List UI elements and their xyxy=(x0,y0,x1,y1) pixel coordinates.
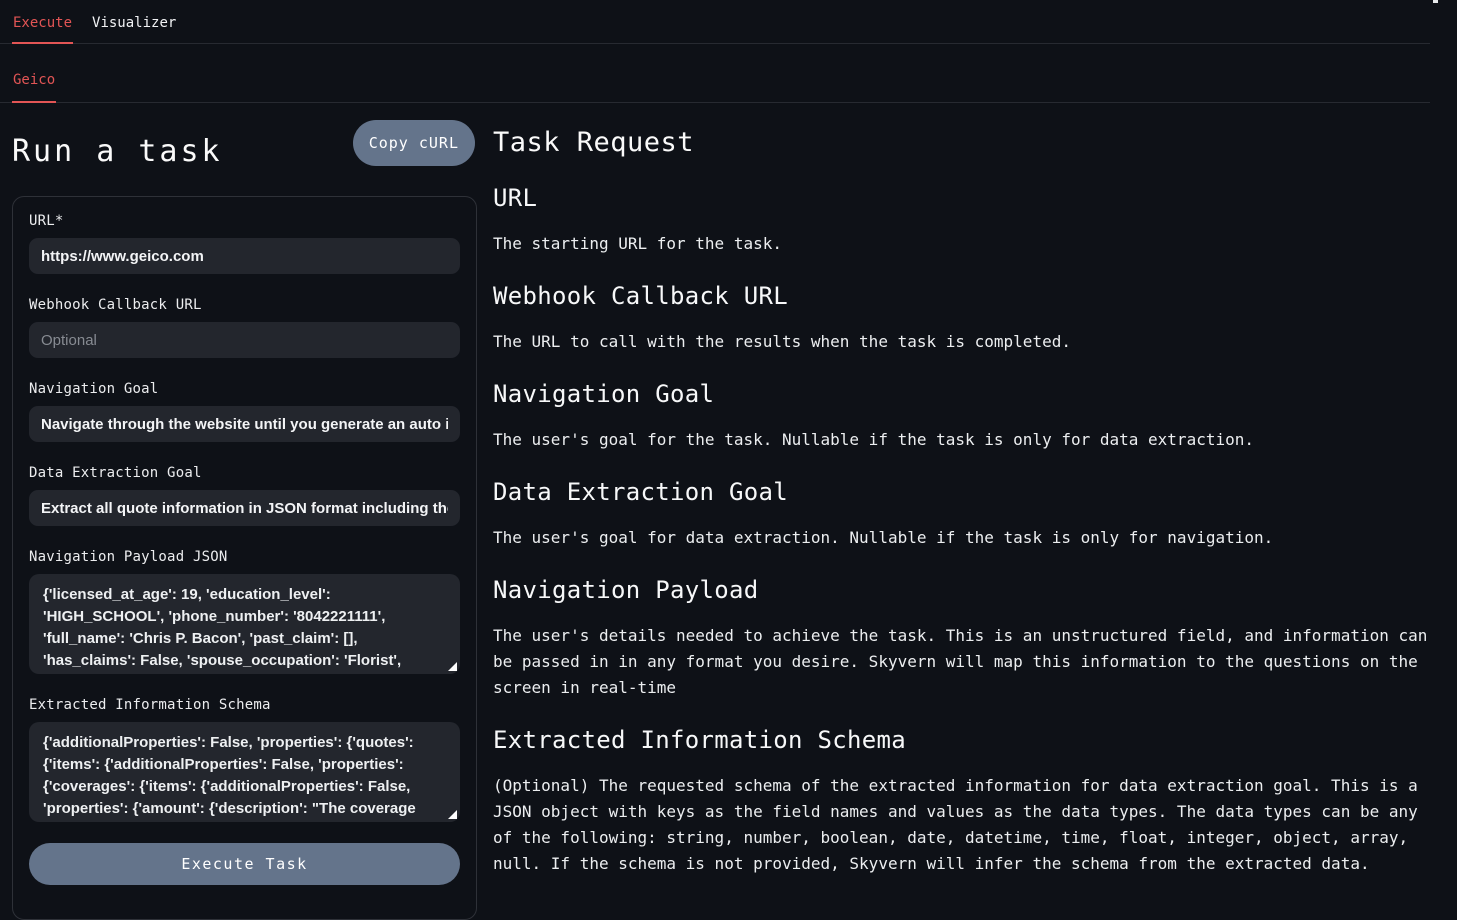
execute-task-button[interactable]: Execute Task xyxy=(29,843,460,885)
task-request-docs: Task Request URL The starting URL for th… xyxy=(493,104,1433,877)
doc-section-data-extraction-goal: Data Extraction Goal The user's goal for… xyxy=(493,478,1433,551)
doc-section-body: (Optional) The requested schema of the e… xyxy=(493,773,1433,877)
doc-section-webhook: Webhook Callback URL The URL to call wit… xyxy=(493,282,1433,355)
run-task-panel: Run a task Copy cURL URL* Webhook Callba… xyxy=(12,104,477,174)
webhook-field-group: Webhook Callback URL xyxy=(29,297,460,358)
doc-section-body: The URL to call with the results when th… xyxy=(493,329,1433,355)
doc-section-body: The user's details needed to achieve the… xyxy=(493,623,1433,701)
sub-tab-bar: Geico xyxy=(0,44,1430,103)
navigation-payload-label: Navigation Payload JSON xyxy=(29,549,460,565)
copy-curl-button[interactable]: Copy cURL xyxy=(353,120,475,166)
data-extraction-goal-label: Data Extraction Goal xyxy=(29,465,460,481)
doc-section-body: The user's goal for data extraction. Nul… xyxy=(493,525,1433,551)
doc-section-heading: Data Extraction Goal xyxy=(493,478,1433,506)
tab-execute[interactable]: Execute xyxy=(12,15,73,43)
doc-section-body: The starting URL for the task. xyxy=(493,231,1433,257)
doc-section-heading: Navigation Goal xyxy=(493,380,1433,408)
doc-section-url: URL The starting URL for the task. xyxy=(493,184,1433,257)
main-tab-bar: Execute Visualizer xyxy=(0,0,1430,44)
tab-visualizer[interactable]: Visualizer xyxy=(91,15,177,43)
docs-title: Task Request xyxy=(493,127,1433,159)
data-extraction-goal-field-group: Data Extraction Goal xyxy=(29,465,460,526)
url-label: URL* xyxy=(29,213,460,229)
doc-section-heading: Navigation Payload xyxy=(493,576,1433,604)
scrollbar-thumb[interactable] xyxy=(1433,0,1438,3)
extracted-schema-textarea[interactable]: {'additionalProperties': False, 'propert… xyxy=(29,722,460,822)
webhook-input[interactable] xyxy=(29,322,460,358)
doc-section-heading: URL xyxy=(493,184,1433,212)
navigation-goal-label: Navigation Goal xyxy=(29,381,460,397)
extracted-schema-label: Extracted Information Schema xyxy=(29,697,460,713)
doc-section-navigation-goal: Navigation Goal The user's goal for the … xyxy=(493,380,1433,453)
tab-geico[interactable]: Geico xyxy=(12,72,56,102)
url-input[interactable] xyxy=(29,238,460,274)
doc-section-body: The user's goal for the task. Nullable i… xyxy=(493,427,1433,453)
doc-section-navigation-payload: Navigation Payload The user's details ne… xyxy=(493,576,1433,701)
task-form-card: URL* Webhook Callback URL Navigation Goa… xyxy=(12,196,477,920)
webhook-label: Webhook Callback URL xyxy=(29,297,460,313)
doc-section-heading: Webhook Callback URL xyxy=(493,282,1433,310)
doc-section-heading: Extracted Information Schema xyxy=(493,726,1433,754)
data-extraction-goal-input[interactable] xyxy=(29,490,460,526)
navigation-payload-textarea[interactable]: {'licensed_at_age': 19, 'education_level… xyxy=(29,574,460,674)
extracted-schema-field-group: Extracted Information Schema {'additiona… xyxy=(29,697,460,822)
url-field-group: URL* xyxy=(29,213,460,274)
navigation-payload-field-group: Navigation Payload JSON {'licensed_at_ag… xyxy=(29,549,460,674)
navigation-goal-field-group: Navigation Goal xyxy=(29,381,460,442)
doc-section-extracted-schema: Extracted Information Schema (Optional) … xyxy=(493,726,1433,877)
navigation-goal-input[interactable] xyxy=(29,406,460,442)
